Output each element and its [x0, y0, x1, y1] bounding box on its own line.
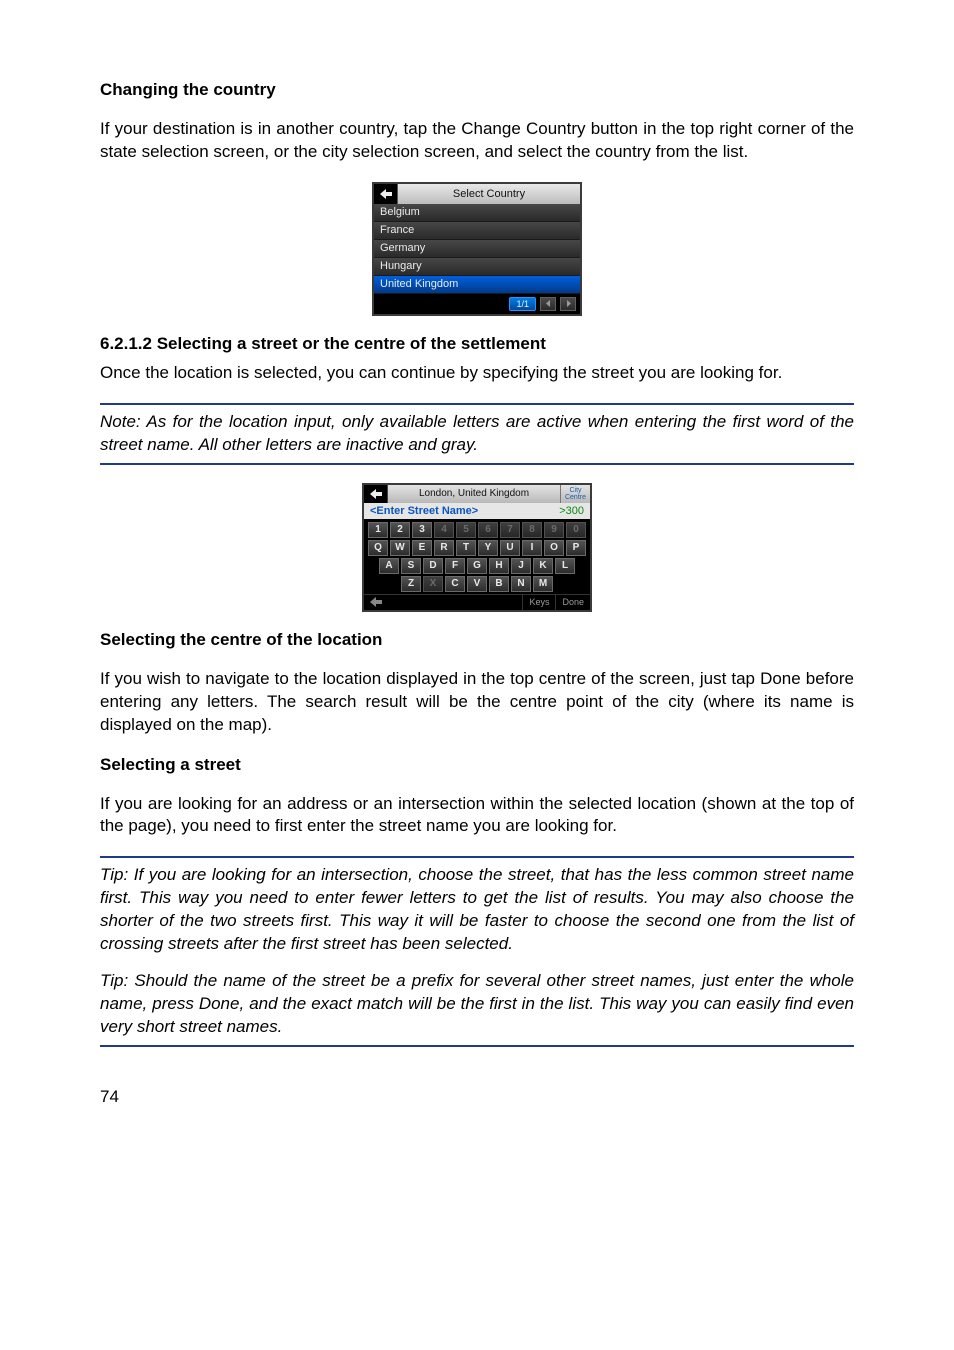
key-4: 4 [434, 522, 454, 538]
key-3[interactable]: 3 [412, 522, 432, 538]
key-d[interactable]: D [423, 558, 443, 574]
key-k[interactable]: K [533, 558, 553, 574]
key-j[interactable]: J [511, 558, 531, 574]
paragraph-select-street: If you are looking for an address or an … [100, 793, 854, 839]
key-n[interactable]: N [511, 576, 531, 592]
key-5: 5 [456, 522, 476, 538]
country-row[interactable]: United Kingdom [374, 276, 580, 294]
key-x: X [423, 576, 443, 592]
keyboard-screenshot: London, United Kingdom City Centre <Ente… [362, 483, 592, 612]
input-placeholder: <Enter Street Name> [370, 505, 478, 517]
page-indicator: 1/1 [509, 297, 536, 311]
key-g[interactable]: G [467, 558, 487, 574]
key-o[interactable]: O [544, 540, 564, 556]
key-r[interactable]: R [434, 540, 454, 556]
key-z[interactable]: Z [401, 576, 421, 592]
heading-select-centre: Selecting the centre of the location [100, 630, 854, 650]
paragraph-select-centre: If you wish to navigate to the location … [100, 668, 854, 737]
street-name-input[interactable]: <Enter Street Name> >300 [364, 503, 590, 519]
key-t[interactable]: T [456, 540, 476, 556]
paragraph-section-intro: Once the location is selected, you can c… [100, 362, 854, 385]
key-s[interactable]: S [401, 558, 421, 574]
next-page-button[interactable] [560, 297, 576, 311]
key-1[interactable]: 1 [368, 522, 388, 538]
key-m[interactable]: M [533, 576, 553, 592]
keyboard-title: London, United Kingdom [388, 485, 560, 503]
back-icon[interactable] [374, 184, 398, 204]
back-icon[interactable] [364, 595, 388, 610]
result-count: >300 [559, 505, 584, 517]
note-letters: Note: As for the location input, only av… [100, 411, 854, 457]
divider [100, 403, 854, 405]
tip-prefix: Tip: Should the name of the street be a … [100, 970, 854, 1039]
country-row[interactable]: Hungary [374, 258, 580, 276]
country-row[interactable]: France [374, 222, 580, 240]
prev-page-button[interactable] [540, 297, 556, 311]
select-country-title: Select Country [398, 184, 580, 204]
key-c[interactable]: C [445, 576, 465, 592]
key-0: 0 [566, 522, 586, 538]
country-row[interactable]: Germany [374, 240, 580, 258]
divider [100, 1045, 854, 1047]
key-p[interactable]: P [566, 540, 586, 556]
key-2[interactable]: 2 [390, 522, 410, 538]
heading-section-6-2-1-2: 6.2.1.2 Selecting a street or the centre… [100, 334, 854, 354]
key-y[interactable]: Y [478, 540, 498, 556]
key-6: 6 [478, 522, 498, 538]
done-button[interactable]: Done [555, 595, 590, 610]
keys-button[interactable]: Keys [522, 595, 555, 610]
key-l[interactable]: L [555, 558, 575, 574]
key-h[interactable]: H [489, 558, 509, 574]
key-a[interactable]: A [379, 558, 399, 574]
back-icon[interactable] [364, 485, 388, 503]
key-7: 7 [500, 522, 520, 538]
divider [100, 856, 854, 858]
key-8: 8 [522, 522, 542, 538]
key-v[interactable]: V [467, 576, 487, 592]
country-row[interactable]: Belgium [374, 204, 580, 222]
select-country-screenshot: Select Country BelgiumFranceGermanyHunga… [372, 182, 582, 316]
key-9: 9 [544, 522, 564, 538]
key-f[interactable]: F [445, 558, 465, 574]
heading-changing-country: Changing the country [100, 80, 854, 100]
key-b[interactable]: B [489, 576, 509, 592]
page-number: 74 [100, 1087, 854, 1107]
key-w[interactable]: W [390, 540, 410, 556]
key-u[interactable]: U [500, 540, 520, 556]
key-q[interactable]: Q [368, 540, 388, 556]
paragraph-changing-country: If your destination is in another countr… [100, 118, 854, 164]
key-i[interactable]: I [522, 540, 542, 556]
city-centre-button[interactable]: City Centre [560, 485, 590, 503]
divider [100, 463, 854, 465]
tip-intersection: Tip: If you are looking for an intersect… [100, 864, 854, 956]
key-e[interactable]: E [412, 540, 432, 556]
heading-select-street: Selecting a street [100, 755, 854, 775]
